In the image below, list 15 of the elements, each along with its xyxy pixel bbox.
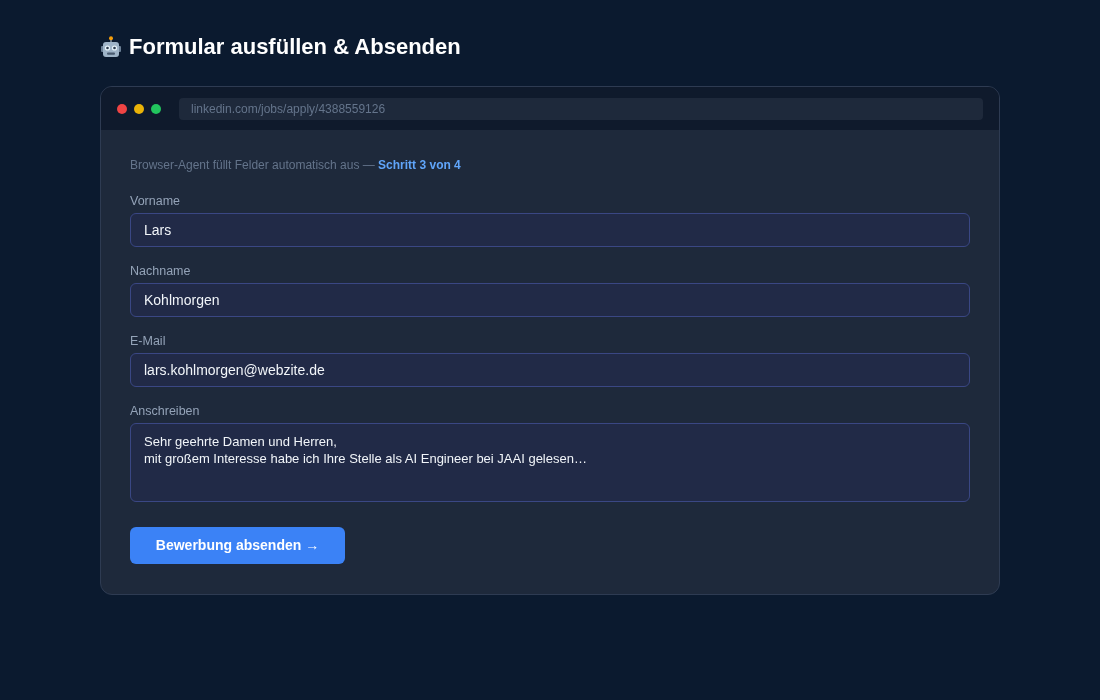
window-maximize-icon[interactable]: [151, 103, 161, 114]
window-minimize-icon[interactable]: [134, 103, 144, 114]
page-title: Formular ausfüllen & Absenden: [129, 33, 461, 61]
input-field[interactable]: Kohlmorgen: [130, 283, 970, 317]
input-field[interactable]: lars.kohlmorgen@webzite.de: [130, 353, 970, 387]
window-close-icon[interactable]: [117, 103, 127, 114]
input-field[interactable]: Lars: [130, 213, 970, 247]
field-label: Nachname: [130, 263, 191, 280]
robot-icon: [100, 36, 122, 58]
field-label: Anschreiben: [130, 403, 200, 420]
textarea-field[interactable]: Sehr geehrte Damen und Herren, mit großem Interesse habe ich Ihre Stelle als AI Engineer bei JAAI gelesen…: [130, 423, 970, 502]
status-text: Browser-Agent füllt Felder automatisch aus — Schritt 3 von 4: [130, 157, 461, 173]
field-label: E-Mail: [130, 333, 166, 350]
submit-button[interactable]: Bewerbung absenden →: [130, 527, 345, 564]
field-label: Vorname: [130, 193, 181, 210]
